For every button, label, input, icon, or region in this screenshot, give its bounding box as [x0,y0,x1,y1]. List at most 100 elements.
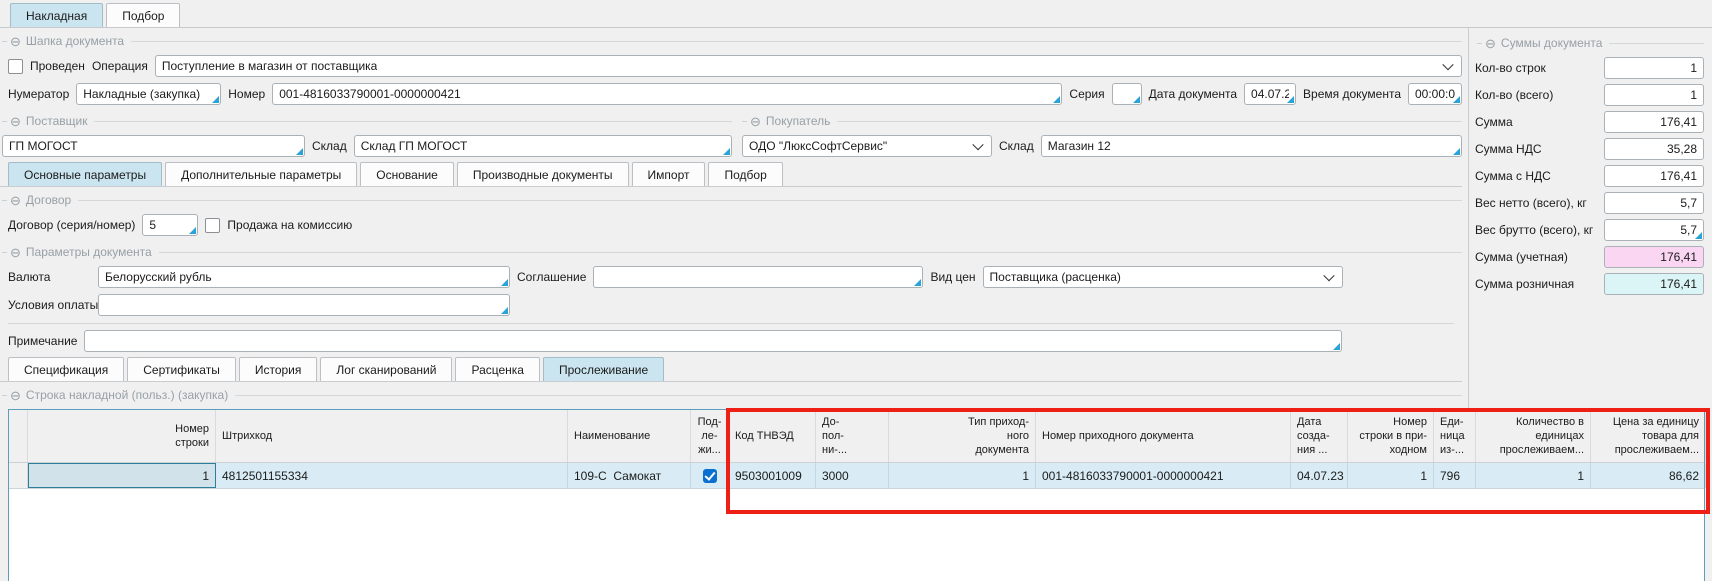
cell-additional-unit[interactable]: 3000 [816,463,889,488]
column-header-name[interactable]: Наименование [568,410,691,462]
tab-импорт[interactable]: Импорт [632,162,706,186]
tab-производные-документы[interactable]: Производные документы [457,162,629,186]
cell-creation-date[interactable]: 04.07.23 [1291,463,1348,488]
cell-income-doc-number[interactable]: 001-4816033790001-0000000421 [1036,463,1291,488]
totals-value-field[interactable]: 176,41 [1604,273,1704,295]
cell-unit[interactable]: 796 [1434,463,1476,488]
contract-value: 5 [149,218,156,232]
buyer-group-header: ⊖ Покупатель [742,112,1462,130]
tab-основание[interactable]: Основание [360,162,454,186]
column-header-income-doc-type[interactable]: Тип приход- ного документа [889,410,1036,462]
supplier-warehouse-field[interactable]: Склад ГП МОГОСТ [354,135,732,157]
collapse-icon[interactable]: ⊖ [10,194,21,207]
details-tabbar: СпецификацияСертификатыИсторияЛог сканир… [0,355,1462,382]
tab-дополнительные-параметры[interactable]: Дополнительные параметры [165,162,357,186]
cell-traceable-unit-price[interactable]: 86,62 [1591,463,1706,488]
numerator-label: Нумератор [8,87,69,101]
group-dash [742,121,747,122]
collapse-icon[interactable]: ⊖ [750,115,761,128]
column-header-traceable-unit-price[interactable]: Цена за единицу товара для прослеживаем.… [1591,410,1706,462]
column-header-barcode[interactable]: Штрихкод [216,410,568,462]
numerator-field[interactable]: Накладные (закупка) [76,83,221,105]
cell-line-number[interactable]: 1 [28,463,216,488]
tab-подбор[interactable]: Подбор [708,162,782,186]
column-header-tnved-code[interactable]: Код ТНВЭД [729,410,816,462]
numerator-value: Накладные (закупка) [83,87,200,101]
totals-row: Сумма с НДС176,41 [1475,162,1704,189]
totals-value-field[interactable]: 176,41 [1604,111,1704,133]
currency-field[interactable]: Белорусский рубль [98,266,510,288]
cell-traceable-flag[interactable] [691,463,729,488]
collapse-icon[interactable]: ⊖ [10,35,21,48]
operation-select[interactable]: Поступление в магазин от поставщика [155,55,1462,77]
column-header-additional-unit[interactable]: До- пол- ни-... [816,410,889,462]
column-header-unit[interactable]: Еди- ница из-... [1434,410,1476,462]
doc-date-field[interactable]: 04.07.23 [1244,83,1296,105]
tab-спецификация[interactable]: Спецификация [8,357,124,381]
column-header-traceable-quantity[interactable]: Количество в единицах прослеживаем... [1476,410,1591,462]
column-header-line-number[interactable]: Номер строки [28,410,216,462]
price-type-select[interactable]: Поставщика (расценка) [983,266,1343,288]
tab-история[interactable]: История [239,357,318,381]
group-dash [1477,43,1482,44]
collapse-icon[interactable]: ⊖ [10,115,21,128]
tab-накладная[interactable]: Накладная [10,3,103,27]
totals-value-field[interactable]: 5,7 [1604,219,1704,241]
cell-income-line-number[interactable]: 1 [1348,463,1434,488]
cell-name[interactable]: 109-С Самокат [568,463,691,488]
invoice-lines-table: Номер строкиШтрихкодНаименованиеПод- ле-… [8,409,1705,581]
commission-checkbox[interactable] [205,218,220,233]
payment-terms-field[interactable] [98,294,510,316]
cell-barcode[interactable]: 4812501155334 [216,463,568,488]
operation-row: Проведен Операция Поступление в магазин … [8,52,1462,80]
group-dash [2,41,7,42]
tab-прослеживание[interactable]: Прослеживание [543,357,664,381]
buyer-warehouse-field[interactable]: Магазин 12 [1041,135,1462,157]
column-header-traceable-flag[interactable]: Под- ле- жи... [691,410,729,462]
cell-income-doc-type[interactable]: 1 [889,463,1036,488]
supplier-group-header: ⊖ Поставщик [2,112,732,130]
tab-подбор[interactable]: Подбор [106,3,180,27]
cell-tnved-code[interactable]: 9503001009 [729,463,816,488]
posted-checkbox[interactable] [8,59,23,74]
currency-value: Белорусский рубль [105,270,212,284]
column-header-income-doc-number[interactable]: Номер приходного документа [1036,410,1291,462]
totals-value-field[interactable]: 35,28 [1604,138,1704,160]
contract-field[interactable]: 5 [142,214,198,236]
totals-value-field[interactable]: 1 [1604,84,1704,106]
traceable-checkbox[interactable] [703,469,717,483]
totals-value-field[interactable]: 5,7 [1604,192,1704,214]
group-line [159,252,1462,253]
totals-row: Сумма НДС35,28 [1475,135,1704,162]
number-row: Нумератор Накладные (закупка) Номер 001-… [8,80,1462,108]
number-field[interactable]: 001-4816033790001-0000000421 [272,83,1062,105]
column-header-creation-date[interactable]: Дата созда- ния ... [1291,410,1348,462]
supplier-field[interactable]: ГП МОГОСТ [2,135,305,157]
doc-time-field[interactable]: 00:00:00 [1408,83,1462,105]
totals-group-title: Суммы документа [1501,36,1603,50]
main-area: ⊖ Шапка документа Проведен Операция Пост… [0,28,1468,581]
totals-value-field[interactable]: 176,41 [1604,246,1704,268]
note-field[interactable] [84,330,1342,352]
tab-расценка[interactable]: Расценка [455,357,540,381]
totals-value-field[interactable]: 176,41 [1604,165,1704,187]
tab-сертификаты[interactable]: Сертификаты [127,357,236,381]
totals-label: Сумма НДС [1475,142,1604,156]
series-field[interactable] [1112,83,1142,105]
collapse-icon[interactable]: ⊖ [10,389,21,402]
buyer-select[interactable]: ОДО "ЛюксСофтСервис" [742,135,992,157]
column-header-income-line-number[interactable]: Номер строки в при- ходном [1348,410,1434,462]
table-data-row[interactable]: 14812501155334109-С Самокат9503001009300… [9,463,1704,489]
commission-label: Продажа на комиссию [227,218,352,232]
operation-label: Операция [92,59,148,73]
tab-основные-параметры[interactable]: Основные параметры [8,162,162,186]
supplier-group-title: Поставщик [26,114,88,128]
agreement-field[interactable] [593,266,923,288]
params-tabbar: Основные параметрыДополнительные парамет… [0,160,1462,187]
cell-traceable-quantity[interactable]: 1 [1476,463,1591,488]
tab-лог-сканирований[interactable]: Лог сканирований [320,357,452,381]
totals-value-field[interactable]: 1 [1604,57,1704,79]
group-line [235,395,1462,396]
collapse-icon[interactable]: ⊖ [10,246,21,259]
collapse-icon[interactable]: ⊖ [1485,37,1496,50]
